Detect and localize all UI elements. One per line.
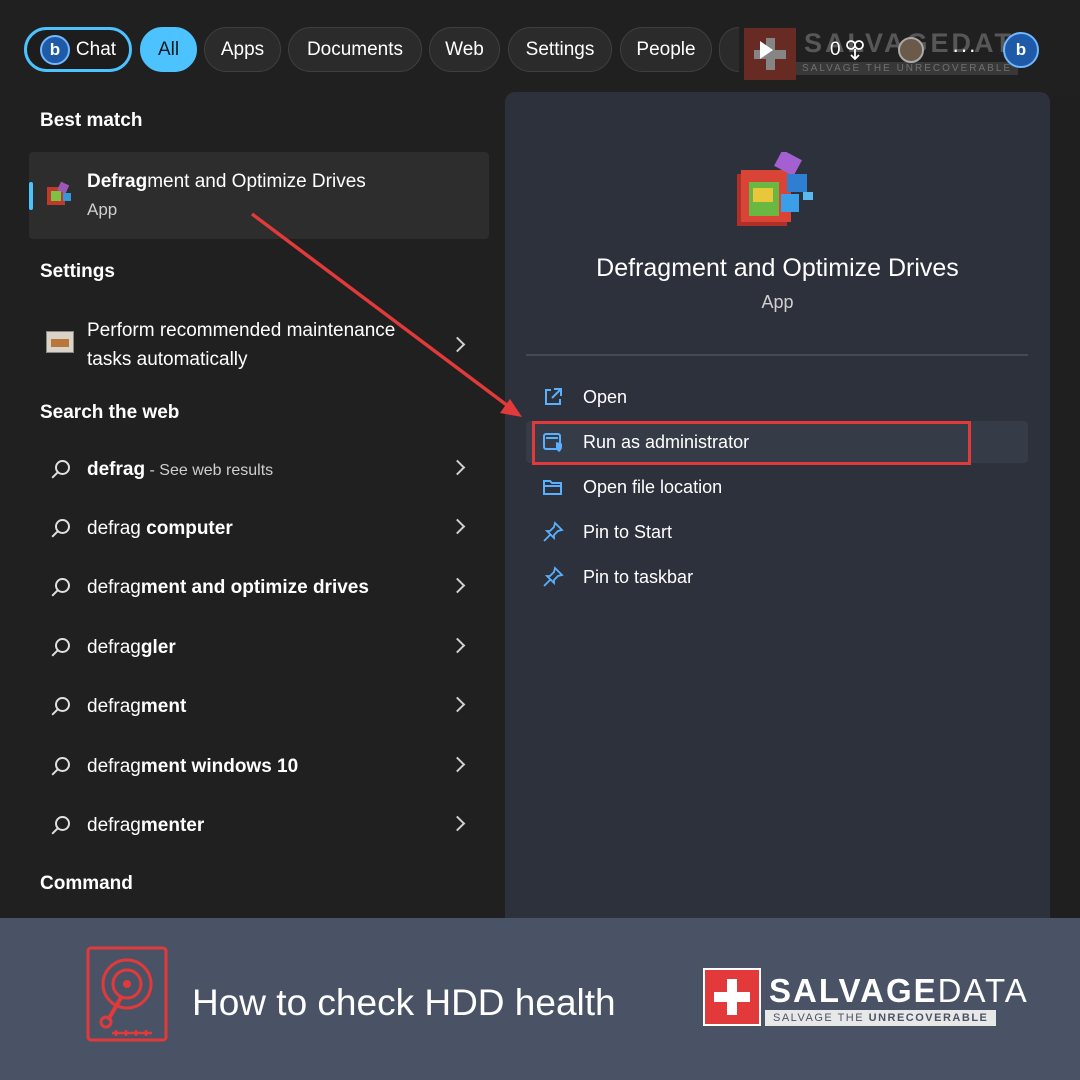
best-match-item[interactable]: Defragment and Optimize Drives App [29,152,489,239]
more-icon: ··· [952,37,977,62]
divider [526,354,1028,356]
bing-chat-icon: b [39,34,70,65]
profile-avatar[interactable] [898,30,924,70]
web-result-item[interactable]: defragment and optimize drives [29,564,489,614]
settings-result-label: Perform recommended maintenance tasks au… [87,320,396,370]
chat-button[interactable]: b Chat [24,27,132,72]
web-result-label: defragment windows 10 [87,756,299,777]
watermark-logo: SALVAGEDATA SALVAGE THE UNRECOVERABLE [744,28,1035,82]
tab-people[interactable]: People [620,27,712,72]
folder-icon [543,480,562,495]
web-result-label: defragmenter [87,815,205,836]
selection-indicator [29,182,33,210]
chevron-right-icon [449,756,466,773]
best-match-subtitle: App [87,200,118,219]
bing-button[interactable]: b [1003,30,1039,70]
hard-drive-icon [86,946,168,1042]
article-banner: How to check HDD health SALVAGEDATA SALV… [0,918,1080,1080]
results-list: Best match Defragment and Optimize Drive… [0,96,505,918]
cross-logo-icon [703,968,761,1026]
pin-icon [543,521,564,542]
preview-panel: Defragment and Optimize Drives App Open … [505,92,1050,918]
tab-label: People [636,38,696,60]
web-result-item[interactable]: defragment [29,683,489,733]
chevron-right-icon [449,459,466,476]
tab-settings[interactable]: Settings [508,27,612,72]
preview-subtitle: App [761,292,794,312]
action-label: Open [583,387,628,407]
chevron-right-icon [449,336,466,353]
tab-overflow[interactable] [719,27,739,72]
search-icon [51,816,70,835]
filter-bar: b Chat All Apps Documents Web Settings P… [0,0,1080,96]
tab-apps[interactable]: Apps [204,27,281,72]
web-result-label: defraggler [87,637,176,658]
rewards-icon [845,40,864,61]
tab-documents[interactable]: Documents [288,27,422,72]
chevron-right-icon [449,696,466,713]
highlight-box [532,421,971,465]
points-value: 0 [830,39,841,60]
action-label: Pin to taskbar [583,567,694,587]
command-heading: Command [40,873,133,894]
tab-label: All [157,38,180,60]
settings-result-item[interactable]: Perform recommended maintenance tasks au… [29,311,489,377]
pin-icon [543,566,564,587]
tab-label: Apps [220,38,265,60]
chevron-right-icon [449,518,466,535]
chevron-right-icon [449,577,466,594]
action-label: Open file location [583,477,723,497]
web-result-item[interactable]: defrag computer [29,505,489,555]
web-result-label: defragment and optimize drives [87,577,369,598]
search-icon [51,697,70,716]
settings-heading: Settings [40,261,115,282]
web-result-item[interactable]: defraggler [29,624,489,674]
open-file-location-action[interactable]: Open file location [526,466,1028,508]
chevron-right-icon [449,637,466,654]
chevron-right-icon [449,815,466,832]
preview-title: Defragment and Optimize Drives [596,254,959,282]
chat-label: Chat [75,38,117,60]
search-icon [51,638,70,657]
play-icon [760,41,773,59]
search-icon [51,460,70,479]
tab-label: Settings [525,38,595,60]
avatar [898,37,924,63]
tab-web[interactable]: Web [429,27,500,72]
rewards-points[interactable]: 0 [830,30,865,70]
best-match-title: Defragment and Optimize Drives [87,171,366,192]
web-result-label: defragment [87,696,187,717]
tab-all[interactable]: All [140,27,197,72]
best-match-heading: Best match [40,110,143,131]
defrag-app-large-icon [737,152,813,226]
search-icon [51,519,70,538]
open-external-icon [545,388,562,405]
search-icon [51,757,70,776]
search-icon [51,578,70,597]
brand-wordmark: SALVAGEDATA [769,972,1029,1009]
tab-label: Documents [306,38,404,60]
tab-label: Web [445,38,484,60]
pin-to-taskbar-action[interactable]: Pin to taskbar [526,556,1028,598]
web-result-label: defrag computer [87,518,233,539]
brand-tagline: SALVAGE THE UNRECOVERABLE [765,1010,997,1026]
web-result-item[interactable]: defrag - See web results [29,446,489,496]
more-options-button[interactable]: ··· [952,30,977,70]
open-action[interactable]: Open [526,376,1028,418]
action-label: Pin to Start [583,522,673,542]
bing-icon: b [1003,32,1039,68]
pin-to-start-action[interactable]: Pin to Start [526,511,1028,553]
web-result-item[interactable]: defragment windows 10 [29,743,489,793]
play-button[interactable] [760,30,773,70]
defrag-app-icon [47,181,71,205]
control-panel-icon [46,331,74,353]
banner-title: How to check HDD health [192,982,616,1023]
search-web-heading: Search the web [40,402,180,423]
web-result-item[interactable]: defragmenter [29,802,489,852]
web-result-label: defrag - See web results [87,459,274,480]
